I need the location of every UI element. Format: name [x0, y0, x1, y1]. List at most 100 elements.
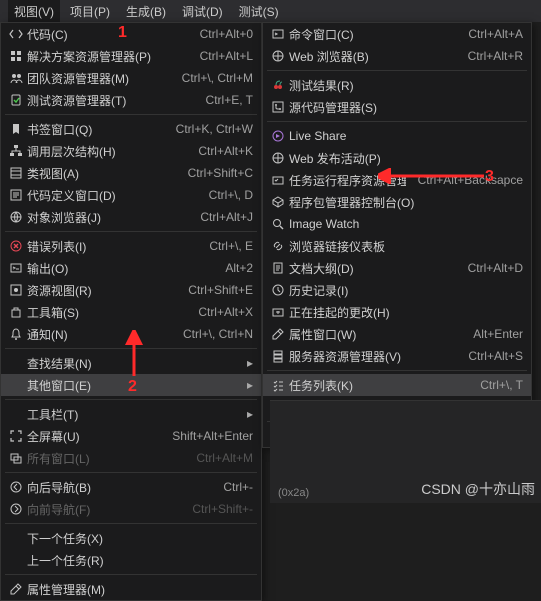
submenu-item-10[interactable]: Image Watch — [263, 213, 531, 235]
view-menu-item-18[interactable]: 其他窗口(E)▸ — [1, 374, 261, 396]
submenu-item-13[interactable]: 历史记录(I) — [263, 279, 531, 301]
submenu-item-3[interactable]: 测试结果(R) — [263, 74, 531, 96]
submenu-item-6[interactable]: Live Share — [263, 125, 531, 147]
view-menu-item-28[interactable]: 上一个任务(R) — [1, 549, 261, 571]
submenu-item-7[interactable]: Web 发布活动(P) — [263, 147, 531, 169]
view-menu-item-11[interactable]: 错误列表(I)Ctrl+\, E — [1, 235, 261, 257]
submenu-item-16[interactable]: 服务器资源管理器(V) Ctrl+Alt+S — [263, 345, 531, 367]
menubar-debug[interactable]: 调试(D) — [176, 0, 229, 22]
menu-item-label: Image Watch — [289, 217, 523, 231]
menu-item-shortcut: Ctrl+- — [223, 480, 253, 494]
props-icon — [5, 582, 27, 596]
menu-item-shortcut: Ctrl+Alt+0 — [200, 27, 253, 41]
fullscreen-icon — [5, 429, 27, 443]
menubar: 视图(V) 项目(P) 生成(B) 调试(D) 测试(S) — [0, 0, 541, 22]
submenu-item-15[interactable]: 属性窗口(W) Alt+Enter — [263, 323, 531, 345]
menubar-view[interactable]: 视图(V) — [8, 0, 60, 22]
menu-item-label: 浏览器链接仪表板 — [289, 238, 523, 255]
cherry-icon — [267, 78, 289, 92]
bottom-panel: (0x2a) — [270, 400, 541, 503]
menu-separator — [267, 370, 527, 371]
menu-item-label: 测试结果(R) — [289, 77, 523, 94]
output-icon — [5, 261, 27, 275]
menu-item-label: 查找结果(N) — [27, 355, 243, 372]
hierarchy-icon — [5, 144, 27, 158]
windows-icon — [5, 451, 27, 465]
menu-item-label: 下一个任务(X) — [27, 530, 253, 547]
view-menu-item-0[interactable]: 代码(C)Ctrl+Alt+0 — [1, 23, 261, 45]
menu-item-shortcut: Ctrl+Shift+- — [192, 502, 253, 516]
menu-item-label: 命令窗口(C) — [289, 26, 456, 43]
menu-item-label: 工具箱(S) — [27, 304, 186, 321]
submenu-item-11[interactable]: 浏览器链接仪表板 — [263, 235, 531, 257]
menu-separator — [5, 348, 257, 349]
team-icon — [5, 71, 27, 85]
menu-item-shortcut: Ctrl+\, T — [480, 378, 523, 392]
view-menu-item-12[interactable]: 输出(O)Alt+2 — [1, 257, 261, 279]
submenu-item-9[interactable]: 程序包管理器控制台(O) — [263, 191, 531, 213]
view-menu-item-14[interactable]: 工具箱(S)Ctrl+Alt+X — [1, 301, 261, 323]
menu-item-label: 属性窗口(W) — [289, 326, 461, 343]
view-menu-item-20[interactable]: 工具栏(T)▸ — [1, 403, 261, 425]
menu-item-shortcut: Ctrl+Alt+A — [468, 27, 523, 41]
menu-item-label: 程序包管理器控制台(O) — [289, 194, 523, 211]
menubar-build[interactable]: 生成(B) — [120, 0, 172, 22]
menu-item-shortcut: Ctrl+\, Ctrl+N — [183, 327, 253, 341]
menu-item-label: 测试资源管理器(T) — [27, 92, 194, 109]
chevron-right-icon: ▸ — [243, 356, 253, 370]
menu-item-shortcut: Ctrl+\, D — [209, 188, 253, 202]
menubar-project[interactable]: 项目(P) — [64, 0, 116, 22]
submenu-item-1[interactable]: Web 浏览器(B)Ctrl+Alt+R — [263, 45, 531, 67]
error-icon — [5, 239, 27, 253]
view-menu-item-5[interactable]: 书签窗口(Q)Ctrl+K, Ctrl+W — [1, 118, 261, 140]
web-icon — [267, 49, 289, 63]
menu-item-label: 其他窗口(E) — [27, 377, 243, 394]
view-menu-item-30[interactable]: 属性管理器(M) — [1, 578, 261, 600]
view-menu-item-27[interactable]: 下一个任务(X) — [1, 527, 261, 549]
menu-separator — [5, 574, 257, 575]
menu-separator — [267, 70, 527, 71]
menu-item-shortcut: Ctrl+Alt+S — [468, 349, 523, 363]
server-icon — [267, 349, 289, 363]
submenu-item-0[interactable]: 命令窗口(C) Ctrl+Alt+A — [263, 23, 531, 45]
view-menu-item-21[interactable]: 全屏幕(U)Shift+Alt+Enter — [1, 425, 261, 447]
menu-item-label: Web 发布活动(P) — [289, 150, 523, 167]
menu-separator — [267, 121, 527, 122]
history-icon — [267, 283, 289, 297]
menu-item-label: 类视图(A) — [27, 165, 176, 182]
submenu-item-4[interactable]: 源代码管理器(S) — [263, 96, 531, 118]
view-menu-item-6[interactable]: 调用层次结构(H)Ctrl+Alt+K — [1, 140, 261, 162]
browser-icon — [5, 210, 27, 224]
view-menu-item-17[interactable]: 查找结果(N)▸ — [1, 352, 261, 374]
view-menu-item-22: 所有窗口(L)Ctrl+Alt+M — [1, 447, 261, 469]
menubar-test[interactable]: 测试(S) — [233, 0, 285, 22]
menu-item-shortcut: Ctrl+\, Ctrl+M — [182, 71, 253, 85]
view-menu-item-15[interactable]: 通知(N) Ctrl+\, Ctrl+N — [1, 323, 261, 345]
view-menu-item-3[interactable]: 测试资源管理器(T) Ctrl+E, T — [1, 89, 261, 111]
view-menu-item-24[interactable]: 向后导航(B)Ctrl+- — [1, 476, 261, 498]
menu-item-label: 通知(N) — [27, 326, 171, 343]
submenu-item-14[interactable]: 正在挂起的更改(H) — [263, 301, 531, 323]
view-menu-item-7[interactable]: 类视图(A)Ctrl+Shift+C — [1, 162, 261, 184]
view-menu-item-13[interactable]: 资源视图(R)Ctrl+Shift+E — [1, 279, 261, 301]
other-windows-submenu: 命令窗口(C) Ctrl+Alt+A Web 浏览器(B)Ctrl+Alt+R 测试结… — [262, 22, 532, 448]
navback-icon — [5, 480, 27, 494]
menu-item-shortcut: Ctrl+E, T — [206, 93, 253, 107]
view-menu-item-2[interactable]: 团队资源管理器(M)Ctrl+\, Ctrl+M — [1, 67, 261, 89]
view-menu-item-8[interactable]: 代码定义窗口(D)Ctrl+\, D — [1, 184, 261, 206]
submenu-item-8[interactable]: 任务运行程序资源管理器Ctrl+Alt+Backsapce — [263, 169, 531, 191]
view-menu-item-9[interactable]: 对象浏览器(J)Ctrl+Alt+J — [1, 206, 261, 228]
menu-item-shortcut: Alt+Enter — [473, 327, 523, 341]
link-icon — [267, 239, 289, 253]
menu-item-shortcut: Ctrl+Alt+M — [196, 451, 253, 465]
view-menu-item-1[interactable]: 解决方案资源管理器(P)Ctrl+Alt+L — [1, 45, 261, 67]
menu-item-label: 服务器资源管理器(V) — [289, 348, 456, 365]
menu-item-label: 对象浏览器(J) — [27, 209, 188, 226]
menu-item-shortcut: Ctrl+\, E — [209, 239, 253, 253]
navfwd-icon — [5, 502, 27, 516]
submenu-item-12[interactable]: 文档大纲(D)Ctrl+Alt+D — [263, 257, 531, 279]
chevron-right-icon: ▸ — [243, 407, 253, 421]
submenu-item-18[interactable]: 任务列表(K)Ctrl+\, T — [263, 374, 531, 396]
menu-item-shortcut: Ctrl+Alt+D — [468, 261, 523, 275]
bookmark-icon — [5, 122, 27, 136]
